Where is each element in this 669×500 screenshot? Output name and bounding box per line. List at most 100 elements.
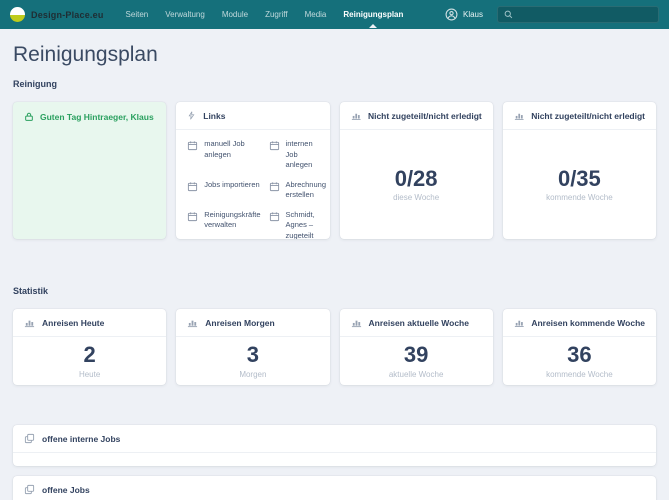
offene-jobs-card: offene Jobs GAST OBJEKT OBJEKT FREI AB A… xyxy=(13,476,656,500)
brand-text: Design-Place.eu xyxy=(31,10,104,20)
anreisen-morgen-card: Anreisen Morgen 3 Morgen xyxy=(176,309,329,385)
links-card: Links manuell Job anlegen internen Job a… xyxy=(176,102,329,239)
card-header: Anreisen Morgen xyxy=(176,309,329,337)
anreisen-kommende-woche-card: Anreisen kommende Woche 36 kommende Woch… xyxy=(503,309,656,385)
card-title: Anreisen aktuelle Woche xyxy=(369,318,469,328)
user-menu[interactable]: Klaus xyxy=(445,8,483,21)
greeting-card: Guten Tag Hintraeger, Klaus xyxy=(13,102,166,239)
logo-icon xyxy=(10,7,25,22)
card-title: Anreisen Heute xyxy=(42,318,104,328)
stat-caption: aktuelle Woche xyxy=(389,370,444,379)
link-label: internen Job anlegen xyxy=(286,139,326,171)
card-title: Anreisen Morgen xyxy=(205,318,274,328)
bar-chart-icon xyxy=(187,317,198,328)
anreisen-heute-card: Anreisen Heute 2 Heute xyxy=(13,309,166,385)
empty-card-body xyxy=(13,453,656,466)
bar-chart-icon xyxy=(514,317,525,328)
navbar-right: Klaus xyxy=(445,6,659,23)
section-heading-reinigung: Reinigung xyxy=(13,79,656,89)
card-title: Nicht zugeteilt/nicht erledigt xyxy=(531,111,645,121)
nav-item-seiten[interactable]: Seiten xyxy=(126,1,149,28)
bar-chart-icon xyxy=(351,110,361,121)
stat-value: 36 xyxy=(567,343,591,367)
copy-icon xyxy=(24,484,35,495)
stat-value: 3 xyxy=(247,343,259,367)
calendar-icon xyxy=(187,140,198,151)
greeting-text: Guten Tag Hintraeger, Klaus xyxy=(40,112,154,122)
user-icon xyxy=(445,8,458,21)
search-icon xyxy=(504,10,513,19)
card-header: offene interne Jobs xyxy=(13,425,656,453)
card-header: Anreisen aktuelle Woche xyxy=(340,309,493,337)
active-caret-icon xyxy=(369,24,377,28)
lock-icon xyxy=(24,112,34,122)
stat-caption: Heute xyxy=(79,370,100,379)
stat-body: 2 Heute xyxy=(13,337,166,385)
top-navbar: Design-Place.eu Seiten Verwaltung Module… xyxy=(0,0,669,29)
link-label: Abrechnung erstellen xyxy=(286,180,326,201)
link-label: Jobs importieren xyxy=(204,180,259,191)
offene-interne-jobs-card: offene interne Jobs xyxy=(13,425,656,466)
page-title: Reinigungsplan xyxy=(13,43,656,67)
links-card-header: Links xyxy=(176,102,329,130)
link-schmidt-agnes-zugeteilt[interactable]: Schmidt, Agnes – zugeteilt xyxy=(269,210,326,240)
card-header: Anreisen Heute xyxy=(13,309,166,337)
copy-icon xyxy=(24,433,35,444)
main-content: Reinigungsplan Reinigung Guten Tag Hintr… xyxy=(0,43,669,500)
card-title: offene Jobs xyxy=(42,485,90,495)
links-card-title: Links xyxy=(203,111,225,121)
nicht-zugeteilt-kommende-woche-card: Nicht zugeteilt/nicht erledigt 0/35 komm… xyxy=(503,102,656,239)
stat-body: 0/28 diese Woche xyxy=(340,130,493,239)
bar-chart-icon xyxy=(24,317,35,328)
stat-caption: kommende Woche xyxy=(546,193,613,202)
section-heading-statistik: Statistik xyxy=(13,286,656,296)
links-grid: manuell Job anlegen internen Job anlegen… xyxy=(176,130,329,239)
link-label: Schmidt, Agnes – zugeteilt xyxy=(286,210,326,240)
link-abrechnung-erstellen[interactable]: Abrechnung erstellen xyxy=(269,180,326,201)
anreisen-aktuelle-woche-card: Anreisen aktuelle Woche 39 aktuelle Woch… xyxy=(340,309,493,385)
card-header: Anreisen kommende Woche xyxy=(503,309,656,337)
nav-item-module[interactable]: Module xyxy=(222,1,248,28)
stat-caption: diese Woche xyxy=(393,193,439,202)
nav-item-reinigungsplan[interactable]: Reinigungsplan xyxy=(343,1,403,28)
bar-chart-icon xyxy=(514,110,524,121)
search-box[interactable] xyxy=(497,6,659,23)
nav-item-label: Reinigungsplan xyxy=(343,10,403,19)
search-input[interactable] xyxy=(517,10,652,19)
bolt-icon xyxy=(187,110,196,121)
calendar-icon xyxy=(187,181,198,192)
card-title: Anreisen kommende Woche xyxy=(531,318,645,328)
card-title: Nicht zugeteilt/nicht erledigt xyxy=(368,111,482,121)
link-internen-job-anlegen[interactable]: internen Job anlegen xyxy=(269,139,326,171)
user-name: Klaus xyxy=(463,10,483,19)
card-header: Nicht zugeteilt/nicht erledigt xyxy=(340,102,493,130)
calendar-icon xyxy=(269,181,280,192)
nav-item-zugriff[interactable]: Zugriff xyxy=(265,1,288,28)
card-header: Nicht zugeteilt/nicht erledigt xyxy=(503,102,656,130)
stat-body: 3 Morgen xyxy=(176,337,329,385)
main-menu: Seiten Verwaltung Module Zugriff Media R… xyxy=(126,1,404,28)
nav-item-verwaltung[interactable]: Verwaltung xyxy=(165,1,205,28)
stat-body: 36 kommende Woche xyxy=(503,337,656,385)
link-jobs-importieren[interactable]: Jobs importieren xyxy=(187,180,260,201)
link-label: manuell Job anlegen xyxy=(204,139,260,160)
calendar-icon xyxy=(269,140,280,151)
link-manuell-job-anlegen[interactable]: manuell Job anlegen xyxy=(187,139,260,171)
stat-body: 0/35 kommende Woche xyxy=(503,130,656,239)
stat-caption: kommende Woche xyxy=(546,370,613,379)
stat-value: 0/35 xyxy=(558,167,601,191)
bar-chart-icon xyxy=(351,317,362,328)
link-reinigungskraefte-verwalten[interactable]: Reinigungskräfte verwalten xyxy=(187,210,260,240)
stat-value: 39 xyxy=(404,343,428,367)
nicht-zugeteilt-diese-woche-card: Nicht zugeteilt/nicht erledigt 0/28 dies… xyxy=(340,102,493,239)
link-label: Reinigungskräfte verwalten xyxy=(204,210,260,231)
stat-caption: Morgen xyxy=(239,370,266,379)
stat-value: 0/28 xyxy=(395,167,438,191)
nav-item-media[interactable]: Media xyxy=(305,1,327,28)
stat-body: 39 aktuelle Woche xyxy=(340,337,493,385)
statistik-card-row: Anreisen Heute 2 Heute Anreisen Morgen 3… xyxy=(13,309,656,385)
reinigung-card-row: Guten Tag Hintraeger, Klaus Links manuel… xyxy=(13,102,656,239)
card-header: offene Jobs xyxy=(13,476,656,500)
calendar-icon xyxy=(187,211,198,222)
brand[interactable]: Design-Place.eu xyxy=(10,7,104,22)
